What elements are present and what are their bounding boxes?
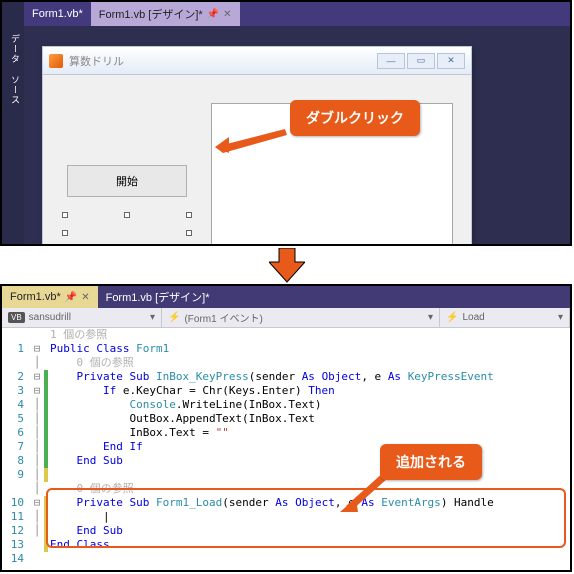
flow-arrow-icon — [269, 248, 305, 284]
sidebar-data-source[interactable]: データ ソース — [7, 30, 24, 246]
document-tabs-top: Form1.vb* Form1.vb [デザイン]* 📌 ✕ — [2, 2, 570, 26]
pin-icon[interactable]: 📌 — [207, 9, 219, 20]
close-icon[interactable]: ✕ — [223, 9, 231, 20]
callout-doubleclick: ダブルクリック — [290, 100, 420, 136]
close-window-icon[interactable]: ✕ — [437, 53, 465, 69]
document-tabs-bot: Form1.vb* 📌 ✕ Form1.vb [デザイン]* — [2, 286, 570, 308]
bolt-icon: ⚡ — [446, 312, 458, 323]
start-button[interactable]: 開始 — [67, 165, 187, 197]
navigation-bar: VBsansudrill▾ ⚡(Form1 イベント)▾ ⚡Load▾ — [2, 308, 570, 328]
designer-panel: Form1.vb* Form1.vb [デザイン]* 📌 ✕ データ ソース サ… — [0, 0, 572, 246]
tab-form1-design[interactable]: Form1.vb [デザイン]* 📌 ✕ — [91, 2, 240, 26]
collapsed-toolbars: データ ソース サーバー エクスプローラー ツールボ — [2, 26, 24, 246]
bolt-icon: ⚡ — [168, 312, 180, 323]
form-title: 算数ドリル — [69, 53, 377, 69]
pin-icon[interactable]: 📌 — [65, 292, 77, 303]
selection-handles — [65, 215, 189, 246]
event-selector[interactable]: ⚡Load▾ — [440, 308, 570, 327]
class-selector[interactable]: VBsansudrill▾ — [2, 308, 162, 327]
scope-selector[interactable]: ⚡(Form1 イベント)▾ — [162, 308, 440, 327]
code-editor[interactable]: 1 個の参照 1⊟Public Class Form1 │ 0 個の参照 2⊟ … — [2, 328, 570, 572]
form-titlebar: 算数ドリル — ▭ ✕ — [43, 47, 471, 75]
tab-form1-code-bot[interactable]: Form1.vb* 📌 ✕ — [2, 286, 98, 308]
tab-form1-code[interactable]: Form1.vb* — [24, 2, 91, 26]
minimize-icon[interactable]: — — [377, 53, 405, 69]
callout-arrow-icon — [215, 127, 295, 153]
code-editor-panel: Form1.vb* 📌 ✕ Form1.vb [デザイン]* VBsansudr… — [0, 284, 572, 572]
maximize-icon[interactable]: ▭ — [407, 53, 435, 69]
close-icon[interactable]: ✕ — [81, 292, 89, 303]
form-icon — [49, 54, 63, 68]
tab-form1-design-bot[interactable]: Form1.vb [デザイン]* — [98, 286, 218, 308]
callout-added: 追加される — [380, 444, 482, 480]
